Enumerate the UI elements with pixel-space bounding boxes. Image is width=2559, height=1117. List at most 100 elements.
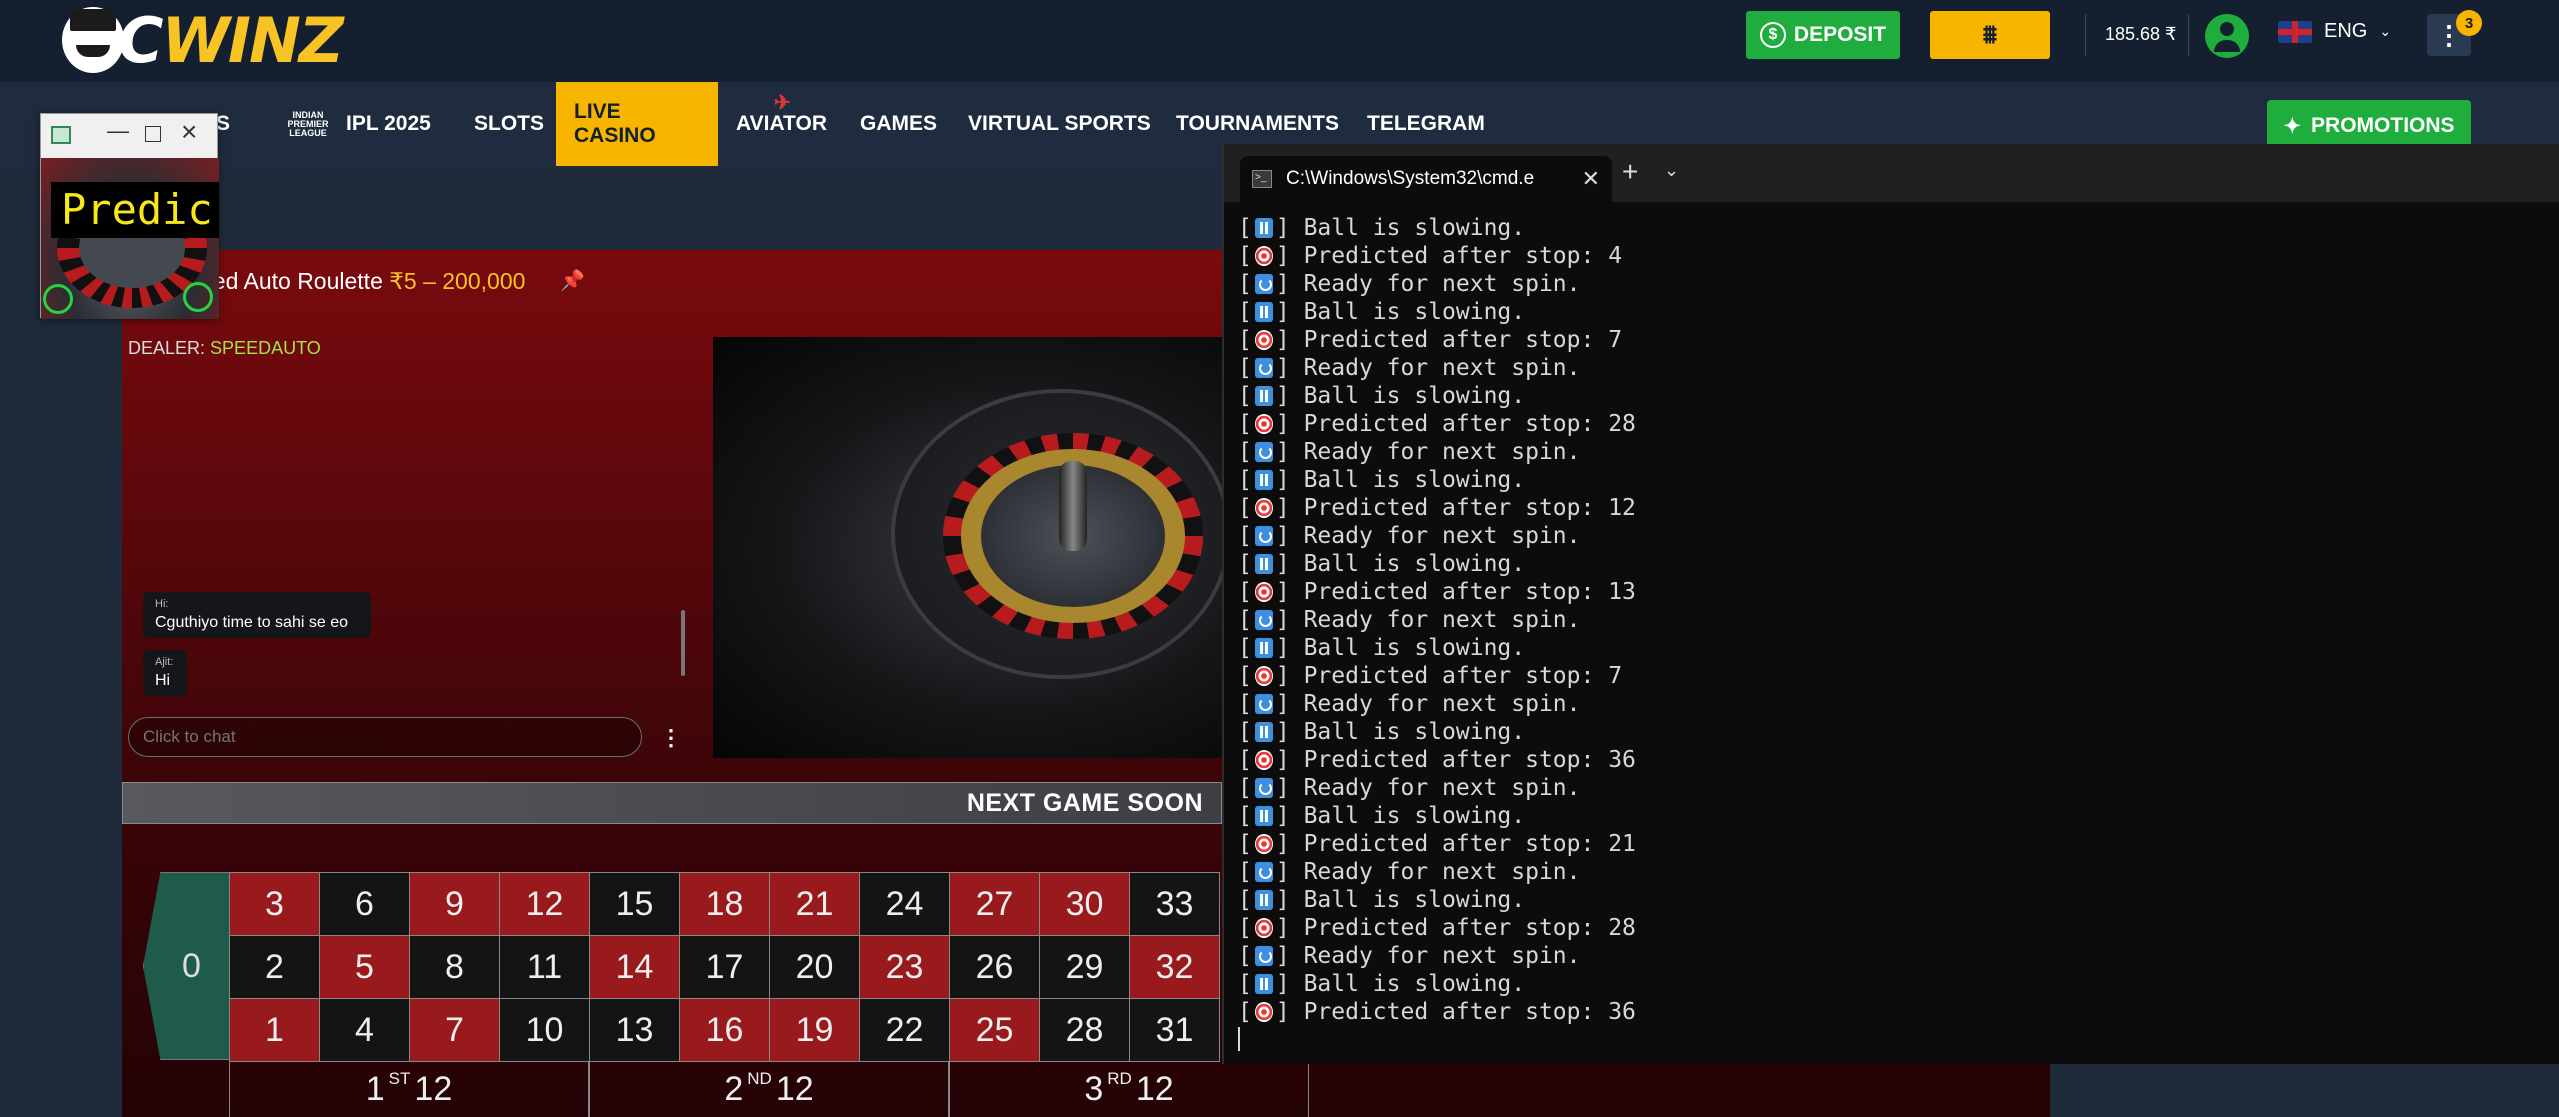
bet-number-cell[interactable]: 10 [500,999,590,1062]
wallet-button[interactable]: ⩩ [1930,11,2050,59]
bet-number-cell[interactable]: 11 [500,936,590,999]
bet-number-cell[interactable]: 15 [590,873,680,936]
chat-scrollbar[interactable] [679,596,687,690]
chevron-down-icon: ⌄ [2379,23,2392,39]
terminal-output[interactable]: [] Ball is slowing.[] Predicted after st… [1238,214,1636,1054]
bet-number-cell[interactable]: 27 [950,873,1040,936]
nav-item-aviator[interactable]: ✈ AVIATOR [718,82,845,166]
live-video-stream[interactable] [713,337,1223,758]
dealer-name: SPEEDAUTO [210,338,321,358]
terminal-line: [] Predicted after stop: 12 [1238,495,1636,521]
prediction-window[interactable]: — × Predic [40,113,219,319]
currency-icon: $ [1759,22,1786,48]
chevron-down-icon[interactable]: ⌄ [1664,160,1679,181]
bet-number-cell[interactable]: 7 [410,999,500,1062]
target-icon [1254,582,1273,602]
terminal-line: [] Ready for next spin. [1238,355,1581,381]
cycle-icon [1254,862,1273,882]
target-icon [1254,834,1273,854]
terminal-line: [] Predicted after stop: 28 [1238,915,1636,941]
bet-number-cell[interactable]: 28 [1040,999,1130,1062]
close-icon[interactable]: × [181,116,197,148]
terminal-line: [] Ball is slowing. [1238,803,1526,829]
nav-item-ipl[interactable]: INDIAN PREMIER LEAGUE IPL 2025 [260,82,449,166]
bet-number-cell[interactable]: 8 [410,936,500,999]
header-divider [2085,14,2086,56]
minimize-icon[interactable]: — [107,118,129,144]
app-icon [51,126,71,144]
terminal-line: [] Predicted after stop: 13 [1238,579,1636,605]
target-icon [1254,330,1273,350]
bet-number-cell[interactable]: 29 [1040,936,1130,999]
maximize-icon[interactable] [145,126,161,142]
bet-number-cell[interactable]: 19 [770,999,860,1062]
site-logo[interactable]: CWINZ [62,3,344,77]
bet-number-cell[interactable]: 26 [950,936,1040,999]
bet-number-cell[interactable]: 6 [320,873,410,936]
terminal-line: [] Ball is slowing. [1238,719,1526,745]
bet-dozen-1[interactable]: 1 ST 12 [229,1061,589,1117]
bet-number-cell[interactable]: 20 [770,936,860,999]
language-selector[interactable]: ENG ⌄ [2278,20,2391,43]
terminal-line: [] Predicted after stop: 4 [1238,243,1623,269]
bet-number-cell[interactable]: 4 [320,999,410,1062]
bet-number-cell[interactable]: 14 [590,936,680,999]
logo-text: CWINZ [118,3,344,77]
terminal-line: [] Predicted after stop: 7 [1238,663,1623,689]
deposit-label: DEPOSIT [1793,23,1887,46]
bet-dozen-2[interactable]: 2 ND 12 [589,1061,949,1117]
header-divider [2188,14,2189,56]
terminal-line: [] Ready for next spin. [1238,943,1581,969]
game-status-banner: NEXT GAME SOON [122,782,1222,824]
game-title: eed Auto Roulette ₹5 – 200,000 [200,268,526,294]
terminal-line: [] Ball is slowing. [1238,383,1526,409]
user-avatar-icon[interactable] [2205,14,2249,58]
bet-number-cell[interactable]: 32 [1130,936,1220,999]
terminal-line: [] Ball is slowing. [1238,215,1526,241]
bet-number-cell[interactable]: 13 [590,999,680,1062]
chat-message: Ajit: Hi [143,650,187,696]
bet-number-cell[interactable]: 5 [320,936,410,999]
bet-number-cell[interactable]: 33 [1130,873,1220,936]
bet-number-cell[interactable]: 1 [230,999,320,1062]
bet-number-cell[interactable]: 2 [230,936,320,999]
bet-number-cell[interactable]: 9 [410,873,500,936]
terminal-line: [] Ball is slowing. [1238,635,1526,661]
prediction-preview: Predic [41,158,219,319]
nav-item-live-casino[interactable]: LIVE CASINO [556,82,718,166]
target-icon [1254,750,1273,770]
cmd-terminal-window[interactable]: >_ C:\Windows\System32\cmd.e ✕ + ⌄ [] Ba… [1222,144,2559,1064]
new-tab-icon[interactable]: + [1622,156,1638,188]
bet-number-cell[interactable]: 12 [500,873,590,936]
bet-number-cell[interactable]: 21 [770,873,860,936]
bet-number-cell[interactable]: 23 [860,936,950,999]
cycle-icon [1254,442,1273,462]
bet-number-cell[interactable]: 25 [950,999,1040,1062]
chat-input[interactable] [128,717,642,757]
deposit-button[interactable]: $ DEPOSIT [1746,11,1900,59]
plane-icon: ✈ [774,92,791,114]
bet-number-cell[interactable]: 22 [860,999,950,1062]
pause-icon [1254,806,1273,826]
bet-number-cell[interactable]: 31 [1130,999,1220,1062]
bet-number-cell[interactable]: 24 [860,873,950,936]
bet-dozen-3[interactable]: 3 RD 12 [949,1061,1309,1117]
nav-item-virtual-sports[interactable]: VIRTUAL SPORTS [950,82,1169,166]
cycle-icon [1254,946,1273,966]
pin-icon[interactable]: 📌 [560,268,585,293]
nav-item-games[interactable]: GAMES [842,82,955,166]
uk-flag-icon [2278,20,2312,43]
chat-options-icon[interactable]: ⋮ [660,725,682,751]
bet-number-cell[interactable]: 16 [680,999,770,1062]
bet-number-cell[interactable]: 17 [680,936,770,999]
bet-number-cell[interactable]: 18 [680,873,770,936]
bet-number-cell[interactable]: 3 [230,873,320,936]
close-tab-icon[interactable]: ✕ [1582,166,1600,192]
terminal-tab[interactable]: >_ C:\Windows\System32\cmd.e ✕ [1240,156,1612,202]
top-header: CWINZ $ DEPOSIT ⩩ 185.68 ₹ ENG ⌄ ⋮ 3 [0,0,2559,82]
bet-zero[interactable]: 0 [143,872,230,1060]
ipl-logo-icon: INDIAN PREMIER LEAGUE [287,109,329,138]
terminal-line: [] Ready for next spin. [1238,775,1581,801]
nav-item-slots[interactable]: SLOTS [456,82,562,166]
bet-number-cell[interactable]: 30 [1040,873,1130,936]
